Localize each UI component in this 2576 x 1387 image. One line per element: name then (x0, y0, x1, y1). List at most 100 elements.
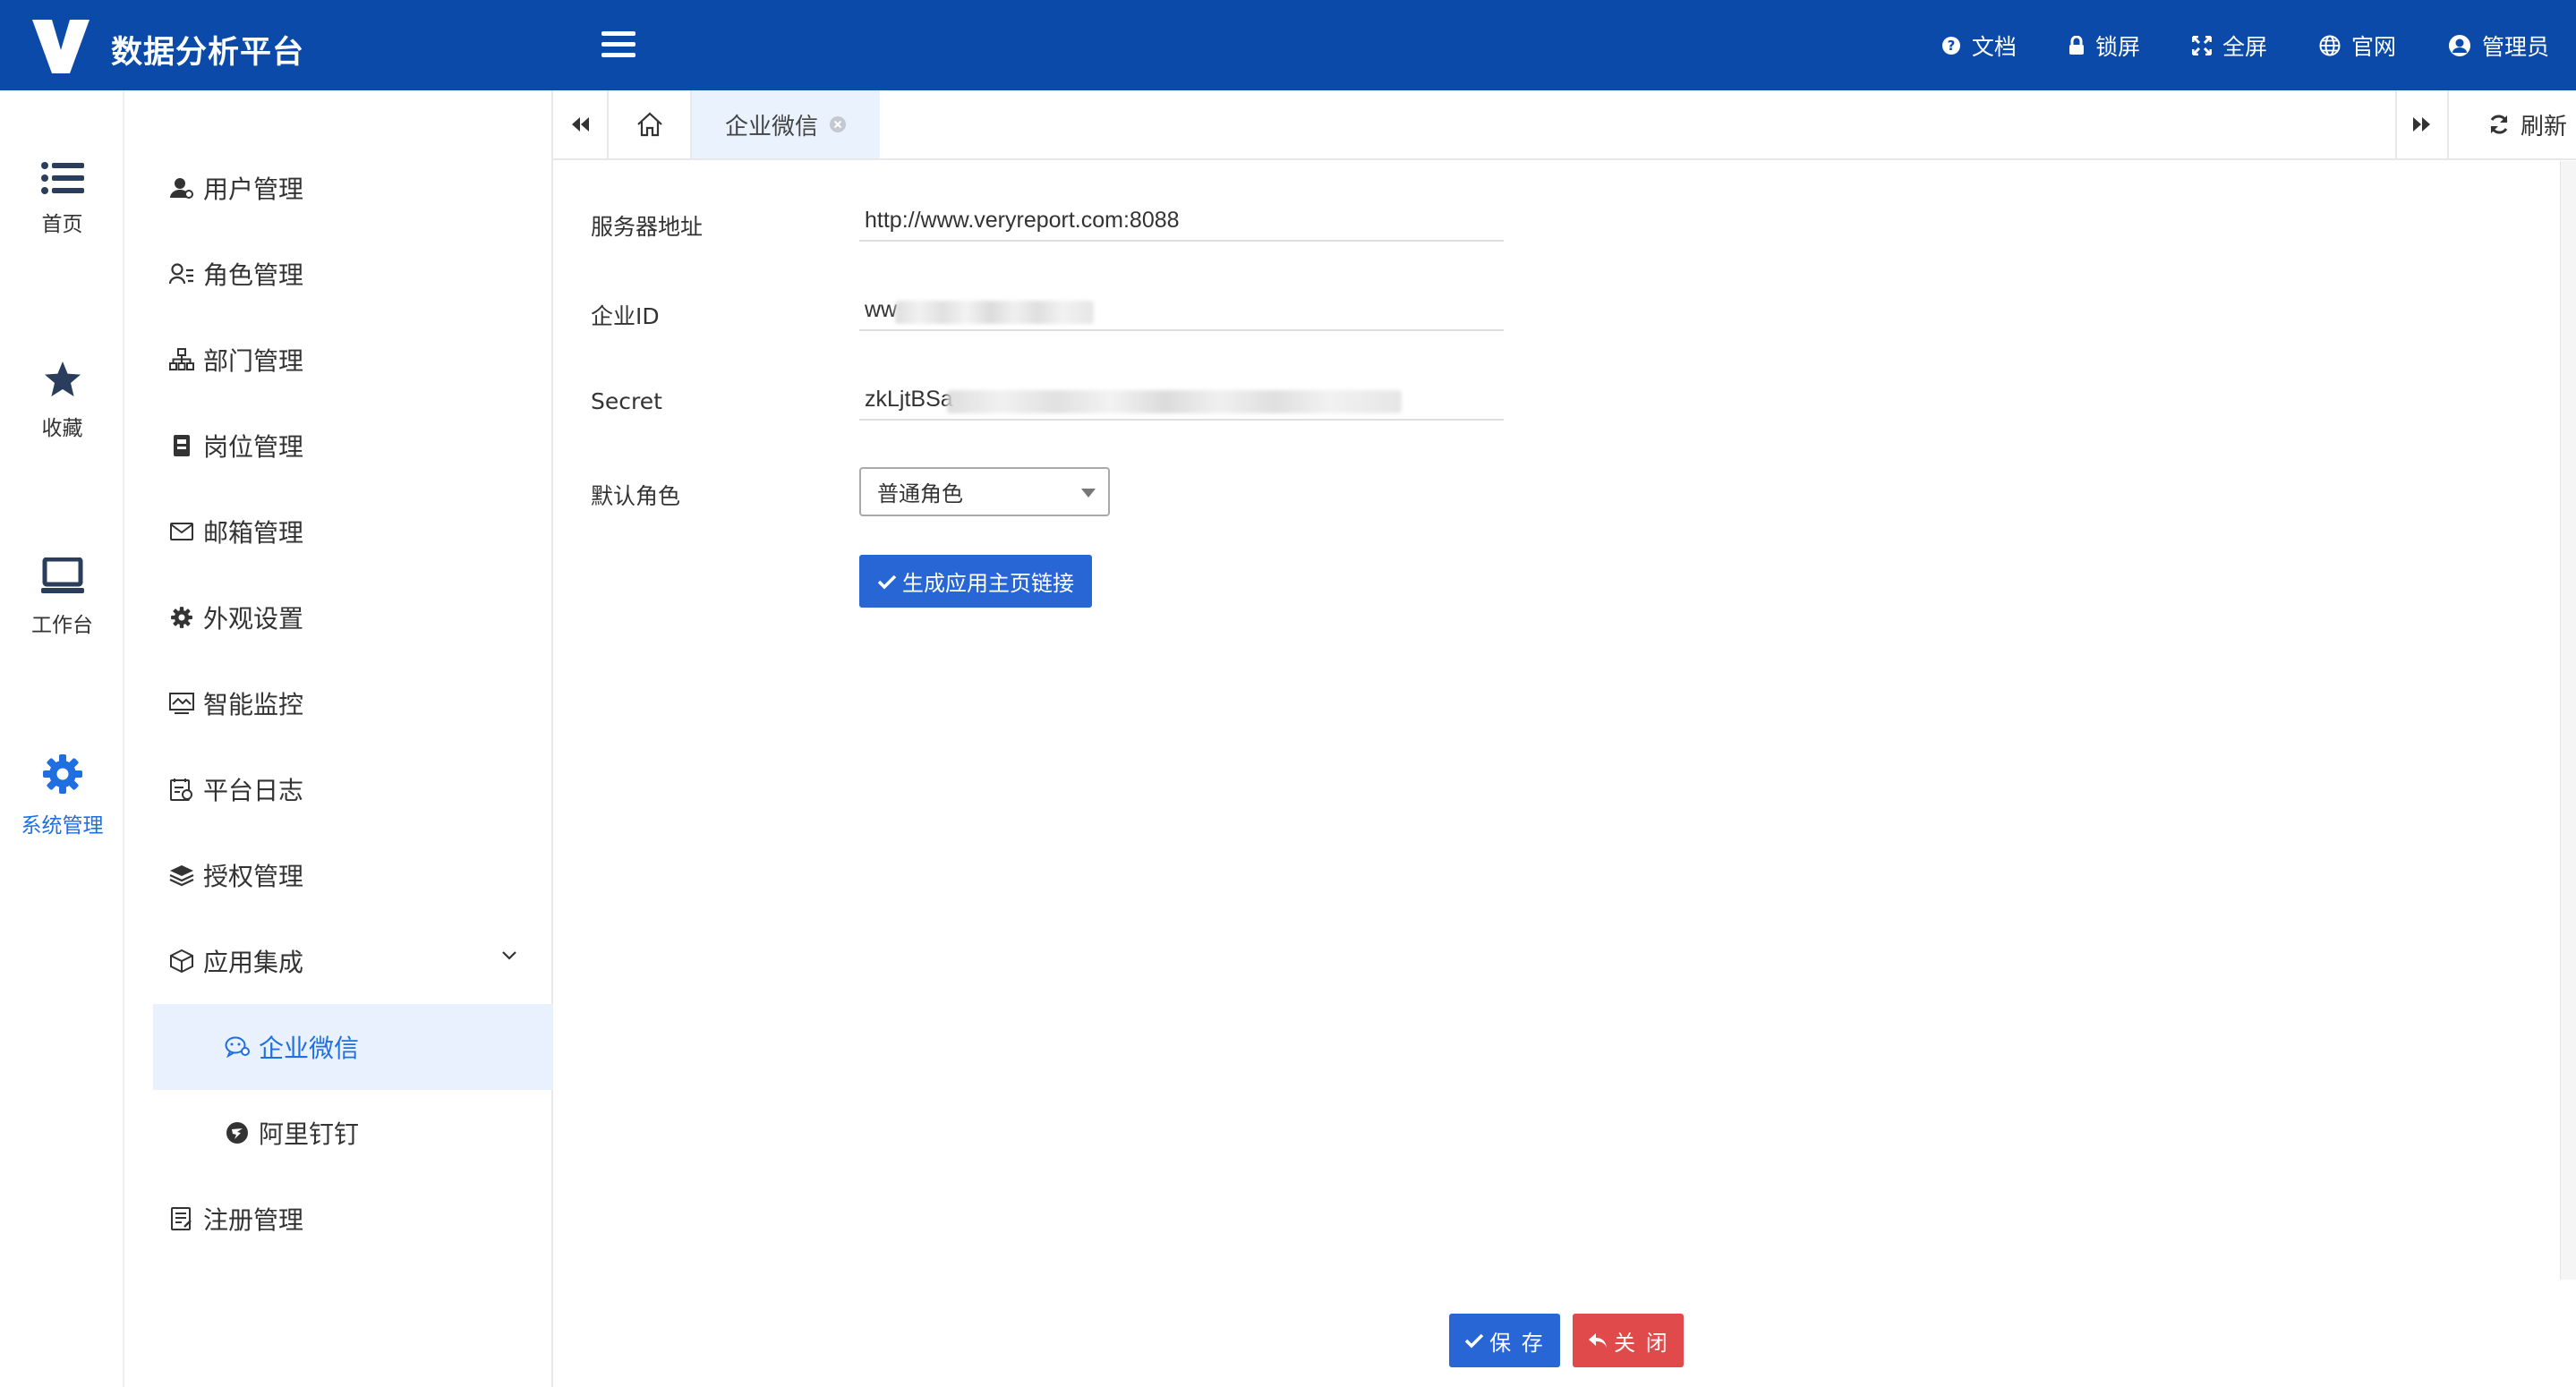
gear-icon (41, 753, 84, 796)
primary-nav-rail: 首页 收藏 工作台 系统管理 (0, 90, 124, 1387)
laptop-icon (40, 557, 85, 595)
app-title: 数据分析平台 (111, 35, 305, 71)
check-icon (1464, 1332, 1484, 1349)
scroll-tabs-right-button[interactable] (2395, 90, 2449, 158)
cube-icon (169, 949, 194, 974)
tab-wecom[interactable]: 企业微信 (692, 90, 880, 158)
tab-bar: 企业微信 刷新 (553, 90, 2576, 160)
question-circle-icon: ? (1941, 36, 1961, 55)
menu-item-registration[interactable]: 注册管理 (124, 1176, 553, 1262)
refresh-button[interactable]: 刷新 (2488, 90, 2567, 158)
docs-label: 文档 (1971, 33, 2017, 60)
fullscreen-label: 全屏 (2222, 33, 2267, 60)
menu-item-department-management[interactable]: 部门管理 (124, 317, 553, 403)
refresh-label: 刷新 (2520, 113, 2567, 140)
server-address-input[interactable] (859, 200, 1504, 242)
menu-label: 智能监控 (203, 690, 304, 719)
reply-icon (1587, 1332, 1608, 1349)
logo-icon (32, 20, 90, 73)
rail-item-workbench[interactable]: 工作台 (0, 557, 124, 692)
scroll-tabs-left-button[interactable] (553, 90, 609, 158)
top-header: 数据分析平台 ? 文档 锁屏 全屏 官网 管理员 (0, 0, 2576, 90)
caret-down-icon (1081, 489, 1096, 498)
double-chevron-right-icon (2411, 115, 2433, 133)
chevron-down-icon (501, 950, 517, 961)
wechat-icon (225, 1034, 250, 1059)
menu-item-user-management[interactable]: 用户管理 (124, 145, 553, 231)
default-role-select[interactable]: 普通角色 (859, 467, 1110, 516)
close-label: 关 闭 (1614, 1330, 1669, 1356)
user-circle-icon (2448, 34, 2471, 57)
role-icon (169, 261, 194, 286)
lock-screen-label: 锁屏 (2094, 33, 2140, 60)
rail-label-system-management: 系统管理 (21, 814, 104, 838)
lock-icon (2068, 35, 2085, 55)
badge-icon (169, 433, 194, 458)
star-icon (43, 361, 82, 398)
secondary-menu: 用户管理 角色管理 部门管理 岗位管理 邮箱管理 外观设置 智能监控 平台日志 … (124, 90, 553, 1387)
save-label: 保 存 (1489, 1330, 1545, 1356)
tab-close-icon[interactable] (829, 115, 847, 133)
save-button[interactable]: 保 存 (1449, 1314, 1560, 1367)
official-site-button[interactable]: 官网 (2319, 30, 2396, 62)
menu-item-license-management[interactable]: 授权管理 (124, 832, 553, 918)
tab-label: 企业微信 (724, 113, 818, 140)
menu-item-dingtalk[interactable]: 阿里钉钉 (153, 1090, 553, 1176)
fullscreen-button[interactable]: 全屏 (2191, 30, 2267, 62)
menu-item-platform-logs[interactable]: 平台日志 (124, 746, 553, 832)
menu-item-appearance-settings[interactable]: 外观设置 (124, 574, 553, 660)
globe-icon (2319, 35, 2341, 56)
menu-label: 注册管理 (203, 1205, 304, 1235)
list-icon (40, 162, 84, 194)
select-value: 普通角色 (877, 481, 963, 506)
hamburger-menu-icon[interactable] (601, 30, 635, 59)
admin-label: 管理员 (2481, 33, 2549, 60)
generate-app-link-button[interactable]: 生成应用主页链接 (859, 555, 1092, 608)
log-icon (169, 777, 194, 802)
menu-item-app-integration[interactable]: 应用集成 (124, 918, 553, 1004)
menu-item-post-management[interactable]: 岗位管理 (124, 403, 553, 489)
generate-button-label: 生成应用主页链接 (902, 571, 1074, 596)
monitor-icon (169, 691, 194, 716)
docs-button[interactable]: ? 文档 (1941, 30, 2017, 62)
expand-icon (2191, 35, 2212, 55)
cog-icon (169, 605, 194, 630)
rail-item-favorites[interactable]: 收藏 (0, 361, 124, 495)
corp-id-label: 企业ID (591, 303, 660, 329)
redacted-mask (895, 301, 1094, 324)
close-button[interactable]: 关 闭 (1573, 1314, 1684, 1367)
menu-label: 应用集成 (203, 948, 304, 977)
rail-item-home[interactable]: 首页 (0, 162, 124, 296)
menu-label: 部门管理 (203, 346, 304, 376)
register-icon (169, 1206, 194, 1231)
server-address-label: 服务器地址 (591, 214, 704, 240)
menu-item-smart-monitoring[interactable]: 智能监控 (124, 660, 553, 746)
admin-user-menu[interactable]: 管理员 (2448, 30, 2549, 62)
official-site-label: 官网 (2350, 33, 2396, 60)
menu-label: 角色管理 (203, 260, 304, 290)
home-tab[interactable] (609, 90, 692, 158)
menu-item-wecom[interactable]: 企业微信 (153, 1004, 553, 1090)
rail-item-system-management[interactable]: 系统管理 (0, 753, 124, 887)
lock-screen-button[interactable]: 锁屏 (2068, 30, 2140, 62)
menu-label: 企业微信 (259, 1034, 360, 1063)
refresh-icon (2488, 114, 2510, 135)
mail-icon (169, 519, 194, 544)
rail-label-home: 首页 (41, 213, 83, 236)
menu-item-role-management[interactable]: 角色管理 (124, 231, 553, 317)
rail-label-favorites: 收藏 (41, 417, 83, 440)
dingtalk-icon (225, 1120, 250, 1145)
check-icon (877, 574, 897, 590)
redacted-mask (947, 390, 1402, 413)
double-chevron-left-icon (569, 115, 591, 133)
menu-label: 用户管理 (203, 174, 304, 204)
menu-label: 平台日志 (203, 776, 304, 805)
scrollbar[interactable] (2560, 161, 2576, 1280)
rail-label-workbench: 工作台 (31, 614, 93, 637)
menu-item-mail-management[interactable]: 邮箱管理 (124, 489, 553, 574)
user-icon (169, 175, 194, 200)
menu-label: 外观设置 (203, 604, 304, 634)
org-chart-icon (169, 347, 194, 372)
menu-label: 岗位管理 (203, 432, 304, 462)
secret-label: Secret (591, 388, 662, 414)
